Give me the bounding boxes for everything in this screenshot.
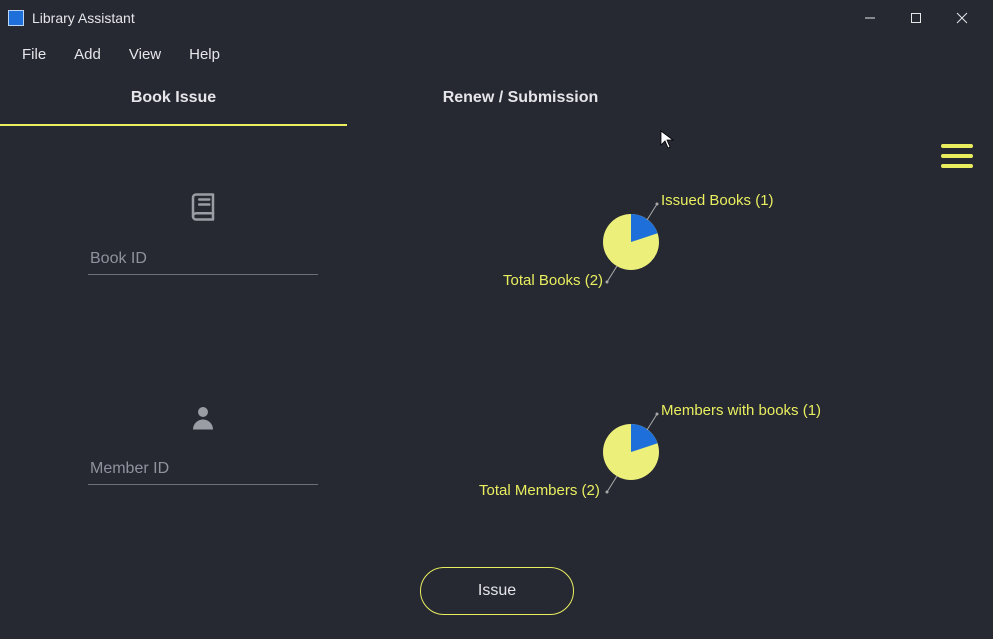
window-title: Library Assistant (32, 10, 135, 26)
window-controls (847, 0, 985, 36)
menu-add[interactable]: Add (62, 40, 113, 69)
content-area: Issued Books (1) Total Books (2) Members… (0, 126, 993, 639)
close-button[interactable] (939, 0, 985, 36)
members-pie-total-label: Total Members (2) (479, 482, 600, 499)
menu-file[interactable]: File (10, 40, 58, 69)
book-id-block (88, 192, 318, 275)
members-pie-slice-label: Members with books (1) (661, 402, 821, 419)
books-pie-slice-label: Issued Books (1) (661, 192, 774, 209)
drawer-toggle-icon[interactable] (941, 144, 973, 168)
tab-renew-submission[interactable]: Renew / Submission (347, 72, 694, 126)
books-pie-chart: Issued Books (1) Total Books (2) (465, 186, 895, 326)
tab-book-issue[interactable]: Book Issue (0, 72, 347, 126)
cursor-icon (660, 130, 676, 155)
members-pie-chart: Members with books (1) Total Members (2) (465, 396, 895, 536)
menu-bar: File Add View Help (0, 36, 993, 72)
menu-help[interactable]: Help (177, 40, 232, 69)
app-icon (8, 10, 24, 26)
books-pie-total-label: Total Books (2) (503, 272, 603, 289)
member-id-input[interactable] (88, 454, 318, 485)
menu-view[interactable]: View (117, 40, 173, 69)
book-id-input[interactable] (88, 244, 318, 275)
tab-bar: Book Issue Renew / Submission (0, 72, 993, 126)
member-id-block (88, 402, 318, 485)
title-bar: Library Assistant (0, 0, 993, 36)
user-icon (188, 402, 218, 432)
book-icon (188, 192, 218, 222)
maximize-button[interactable] (893, 0, 939, 36)
minimize-button[interactable] (847, 0, 893, 36)
issue-button[interactable]: Issue (420, 567, 574, 615)
